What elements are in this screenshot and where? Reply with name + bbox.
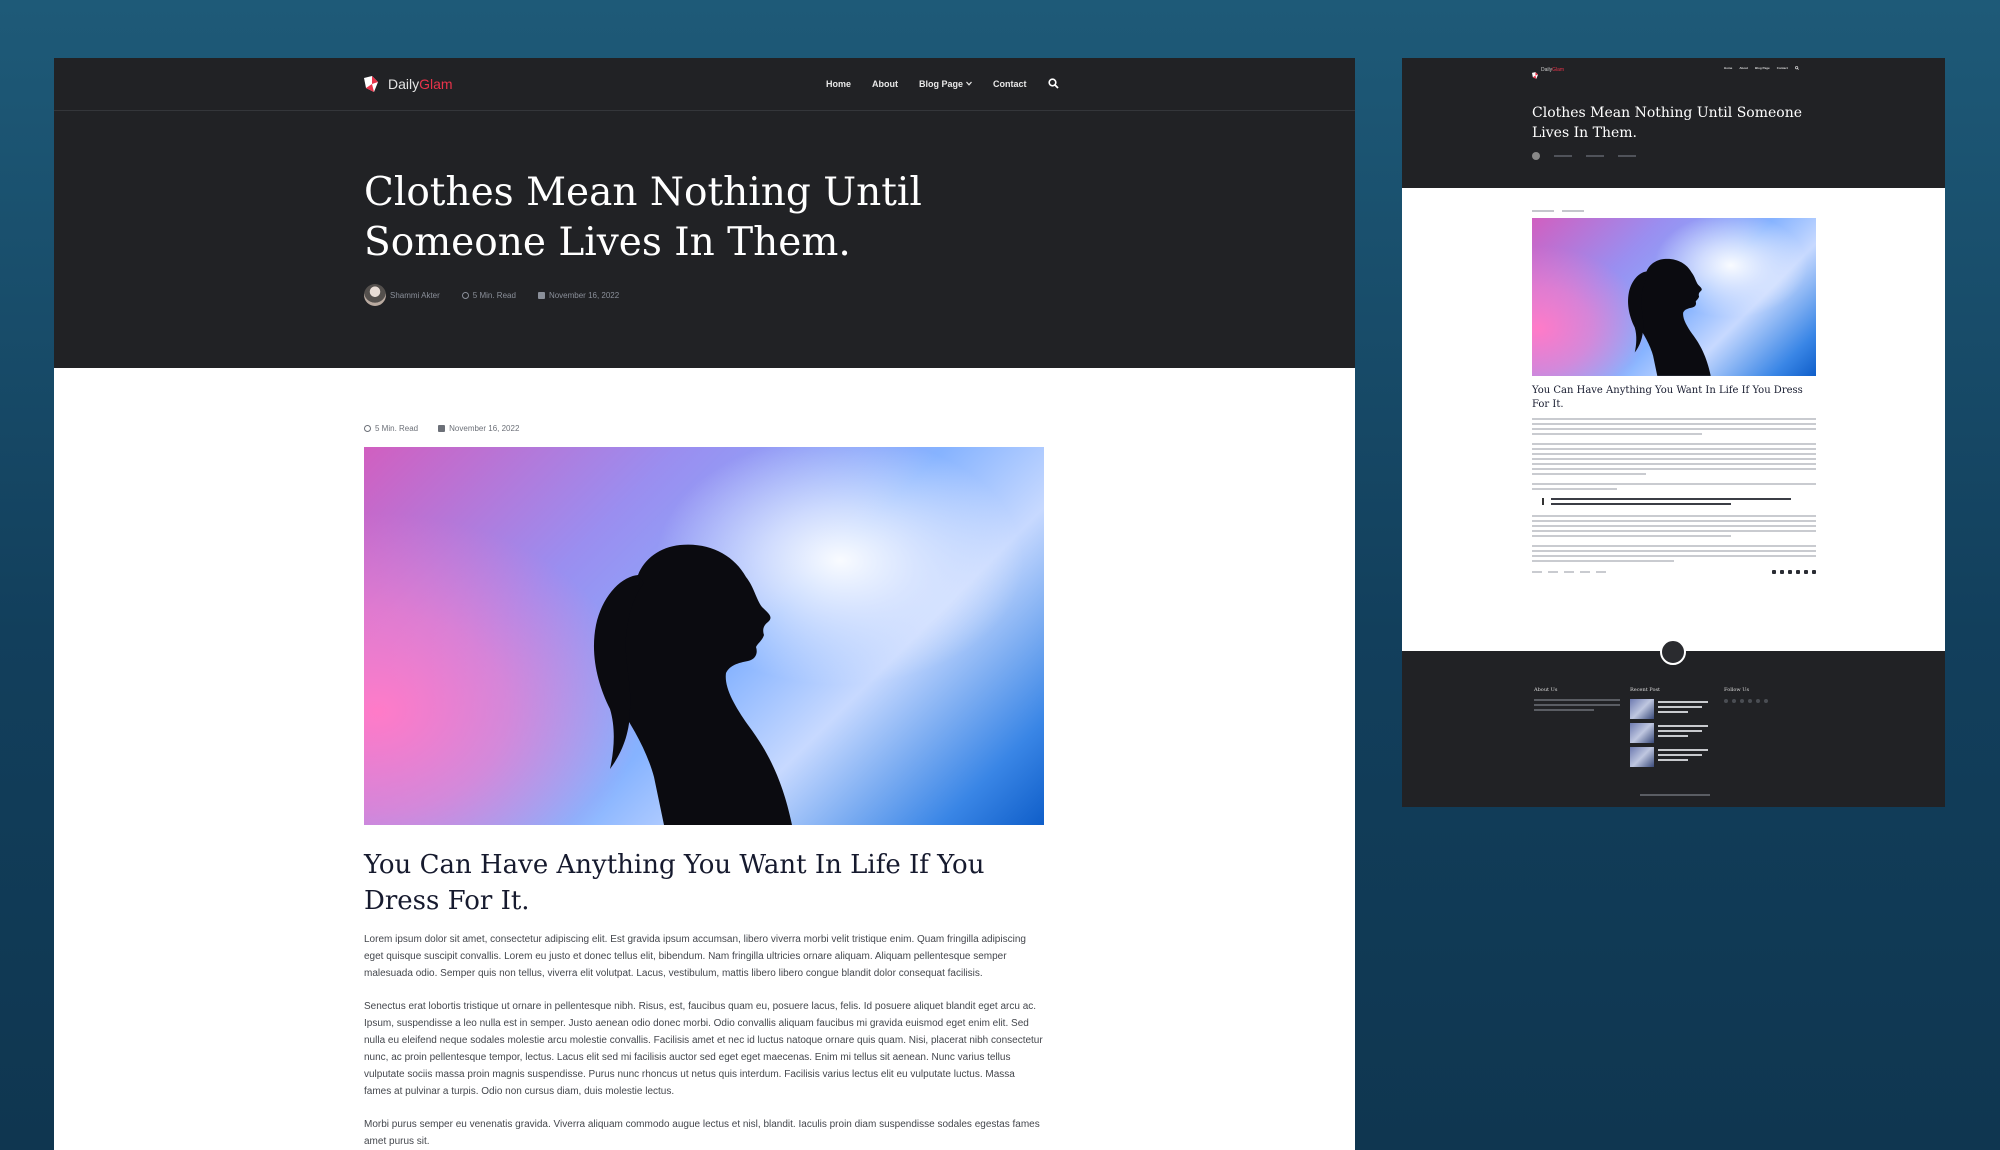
preview-meta-line [1618, 155, 1636, 157]
preview-nav-about[interactable]: About [1739, 66, 1748, 70]
read-time: 5 Min. Read [461, 290, 516, 300]
footer-copyright [1640, 794, 1710, 796]
article-read-time: 5 Min. Read [364, 424, 418, 433]
preview-brand-accent: Glam [1552, 66, 1565, 73]
recent-post-item[interactable] [1630, 747, 1716, 767]
twitter-icon[interactable] [1772, 570, 1776, 574]
preview-nav-blog[interactable]: Blog Page [1755, 66, 1770, 70]
calendar-icon [537, 291, 545, 299]
desktop-mockup: DailyGlam Home About Blog Page Contact C… [54, 58, 1355, 1150]
recent-post-item[interactable] [1630, 723, 1716, 743]
footer-logo-badge [1660, 639, 1686, 665]
preview-meta-line [1586, 155, 1604, 157]
full-page-preview: DailyGlam Home About Blog Page Contact C… [1402, 58, 1945, 807]
footer-recent-column: Recent Post [1630, 687, 1716, 771]
chevron-down-icon [966, 81, 972, 86]
search-icon[interactable] [1794, 66, 1799, 70]
preview-paragraph [1532, 418, 1816, 435]
article-date-text: November 16, 2022 [449, 424, 520, 433]
pinterest-icon[interactable] [1780, 570, 1784, 574]
recent-post-thumbnail [1630, 723, 1654, 743]
preview-brand-name: DailyGlam [1541, 67, 1564, 73]
footer-recent-heading: Recent Post [1630, 687, 1661, 693]
search-icon[interactable] [1047, 78, 1059, 89]
clock-icon [461, 291, 469, 299]
hero-section: DailyGlam Home About Blog Page Contact C… [54, 58, 1355, 368]
preview-share-icons [1772, 570, 1816, 574]
brand-name: DailyGlam [388, 76, 453, 92]
recent-post-thumbnail [1630, 699, 1654, 719]
featured-image [364, 447, 1044, 825]
preview-footer: About Us Recent Post Follow Us [1402, 639, 1945, 807]
article-paragraph: Lorem ipsum dolor sit amet, consectetur … [364, 934, 1026, 979]
author-avatar [364, 284, 386, 306]
post-title: Clothes Mean Nothing Until Someone Lives… [364, 170, 922, 265]
calendar-icon [438, 425, 446, 432]
instagram-icon[interactable] [1804, 570, 1808, 574]
preview-article-meta [1532, 210, 1816, 212]
preview-article: You Can Have Anything You Want In Life I… [1532, 210, 1816, 574]
preview-paragraph [1532, 515, 1816, 537]
preview-featured-image [1532, 218, 1816, 376]
preview-post-meta [1532, 152, 1636, 160]
preview-meta-line [1554, 155, 1572, 157]
post-meta: Shammi Akter 5 Min. Read November 16, 20… [364, 284, 641, 306]
post-date: November 16, 2022 [537, 290, 620, 300]
youtube-icon[interactable] [1812, 570, 1816, 574]
footer-follow-column: Follow Us [1724, 687, 1804, 706]
recent-post-thumbnail [1630, 747, 1654, 767]
preview-nav-home[interactable]: Home [1724, 66, 1732, 70]
vimeo-icon[interactable] [1788, 570, 1792, 574]
article-paragraph: Senectus erat lobortis tristique ut orna… [364, 1001, 1043, 1097]
article-body: 5 Min. Read November 16, 2022 You Can Ha… [364, 424, 1044, 1150]
nav-item-about[interactable]: About [872, 79, 898, 89]
logo-mark-icon [364, 76, 378, 92]
top-navbar: DailyGlam Home About Blog Page Contact [54, 58, 1355, 111]
preview-paragraph [1532, 443, 1816, 475]
preview-brand-prefix: Daily [1541, 66, 1553, 73]
footer-about-column: About Us [1534, 687, 1620, 714]
recent-post-item[interactable] [1630, 699, 1716, 719]
preview-hero: DailyGlam Home About Blog Page Contact C… [1402, 58, 1945, 188]
nav-item-home[interactable]: Home [826, 79, 851, 89]
brand-name-accent: Glam [419, 76, 453, 92]
main-menu: Home About Blog Page Contact [826, 78, 1059, 89]
nav-item-blog-label: Blog Page [919, 78, 964, 89]
preview-menu: Home About Blog Page Contact [1724, 66, 1799, 70]
preview-article-heading: You Can Have Anything You Want In Life I… [1532, 385, 1803, 410]
clock-icon [364, 425, 371, 432]
article-meta: 5 Min. Read November 16, 2022 [364, 424, 1044, 433]
preview-post-title: Clothes Mean Nothing Until Someone Lives… [1532, 105, 1802, 141]
brand-logo[interactable]: DailyGlam [364, 76, 453, 92]
preview-brand-logo[interactable]: DailyGlam [1532, 66, 1564, 79]
logo-mark-icon [1532, 66, 1538, 79]
article-read-time-text: 5 Min. Read [375, 424, 419, 433]
author-name[interactable]: Shammi Akter [390, 291, 440, 300]
preview-nav-contact[interactable]: Contact [1777, 66, 1788, 70]
article-date: November 16, 2022 [438, 424, 519, 433]
linkedin-icon[interactable] [1796, 570, 1800, 574]
read-time-text: 5 Min. Read [472, 290, 516, 300]
preview-tag-list [1532, 571, 1606, 573]
preview-tags-row [1532, 570, 1816, 574]
article-paragraph: Morbi purus semper eu venenatis gravida.… [364, 1119, 1040, 1147]
nav-item-blog-page[interactable]: Blog Page [919, 79, 972, 89]
brand-name-prefix: Daily [388, 76, 420, 92]
article-heading: You Can Have Anything You Want In Life I… [364, 850, 985, 916]
preview-paragraph [1532, 545, 1816, 562]
post-date-text: November 16, 2022 [548, 290, 620, 300]
footer-social-icons [1724, 699, 1804, 706]
preview-blockquote [1542, 498, 1816, 505]
footer-about-heading: About Us [1534, 687, 1558, 693]
preview-paragraph [1532, 483, 1816, 490]
preview-author-avatar [1532, 152, 1540, 160]
footer-follow-heading: Follow Us [1724, 687, 1750, 693]
nav-item-contact[interactable]: Contact [993, 79, 1027, 89]
